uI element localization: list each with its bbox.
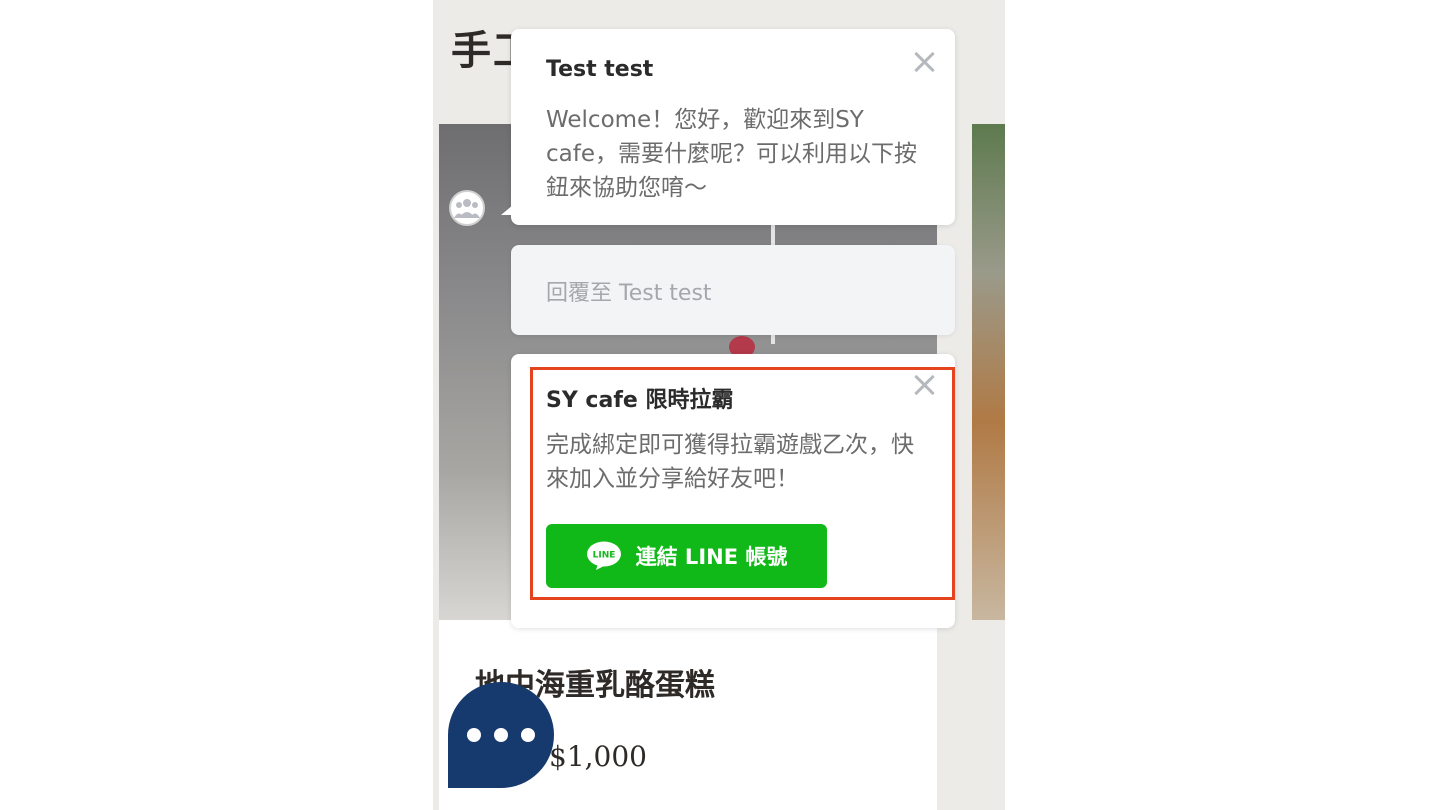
chat-message-bubble: Test test Welcome！您好，歡迎來到SY cafe，需要什麼呢？可…	[501, 29, 955, 225]
close-icon[interactable]	[911, 49, 937, 75]
chat-launcher-button[interactable]	[448, 682, 554, 788]
product-price: $1,000	[549, 740, 647, 773]
message-text: Welcome！您好，歡迎來到SY cafe，需要什麼呢？可以利用以下按鈕來協助…	[546, 107, 917, 201]
group-avatar-icon	[449, 190, 485, 226]
more-dots-icon	[494, 728, 508, 742]
highlight-frame	[530, 367, 955, 600]
more-dots-icon	[521, 728, 535, 742]
more-dots-icon	[467, 728, 481, 742]
message-sender: Test test	[546, 57, 654, 82]
reply-input[interactable]: 回覆至 Test test	[511, 245, 955, 335]
next-product-card-peek[interactable]	[972, 124, 1005, 620]
reply-placeholder: 回覆至 Test test	[546, 281, 712, 306]
